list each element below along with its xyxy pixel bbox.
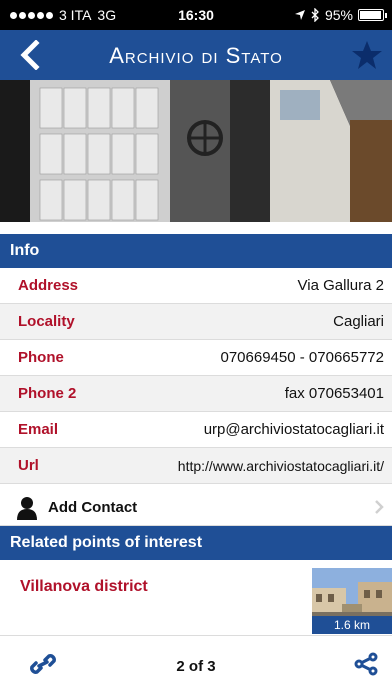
battery-icon: [358, 9, 387, 21]
phone-label: Phone: [18, 349, 64, 366]
phone2-value[interactable]: fax 070653401: [130, 385, 392, 402]
add-contact-button[interactable]: Add Contact: [0, 490, 392, 526]
related-item-thumbnail: 1.6 km: [312, 568, 392, 634]
info-row-address: Address Via Gallura 2: [0, 268, 392, 304]
favorite-button[interactable]: [350, 38, 384, 72]
page-title: Archivio di Stato: [109, 43, 283, 68]
info-row-locality: Locality Cagliari: [0, 304, 392, 340]
locality-value: Cagliari: [333, 313, 384, 330]
chevron-left-icon: [20, 40, 40, 70]
add-contact-label: Add Contact: [48, 499, 138, 516]
related-section-header: Related points of interest: [0, 526, 392, 560]
share-icon: [354, 652, 378, 676]
info-row-phone2: Phone 2 fax 070653401: [0, 376, 392, 412]
bottom-toolbar: 2 of 3: [0, 646, 392, 684]
phone2-label: Phone 2: [18, 385, 77, 402]
email-label: Email: [18, 421, 59, 438]
bluetooth-icon: [311, 8, 319, 22]
email-value[interactable]: urp@archiviostatocagliari.it: [130, 421, 392, 438]
related-item-villanova[interactable]: Villanova district 1.6 km: [0, 560, 392, 636]
status-bar: 3 ITA 3G 16:30 95%: [0, 0, 392, 30]
status-right: 95%: [294, 7, 387, 23]
related-item-distance: 1.6 km: [312, 616, 392, 634]
info-row-email: Email urp@archiviostatocagliari.it: [0, 412, 392, 448]
location-icon: [294, 10, 305, 20]
star-icon: [352, 41, 382, 69]
chevron-right-icon: [375, 500, 384, 514]
archive-shelves-image: [0, 80, 392, 222]
person-icon: [17, 496, 37, 520]
share-button[interactable]: [354, 652, 378, 676]
related-item-name: Villanova district: [20, 578, 148, 595]
info-section-header: Info: [0, 234, 392, 268]
phone-value[interactable]: 070669450 - 070665772: [130, 349, 392, 366]
url-value[interactable]: http://www.archiviostatocagliari.it/: [130, 458, 392, 474]
address-label: Address: [18, 277, 79, 294]
page-indicator: 2 of 3: [176, 658, 216, 675]
locality-label: Locality: [18, 313, 75, 330]
address-value[interactable]: Via Gallura 2: [130, 277, 392, 294]
info-row-url: Url http://www.archiviostatocagliari.it/: [0, 448, 392, 484]
place-photo: [0, 80, 392, 222]
info-row-phone: Phone 070669450 - 070665772: [0, 340, 392, 376]
back-button[interactable]: [14, 39, 44, 71]
url-label: Url: [18, 457, 39, 474]
nav-bar: Archivio di Stato: [0, 30, 392, 80]
battery-percent: 95%: [324, 7, 353, 23]
